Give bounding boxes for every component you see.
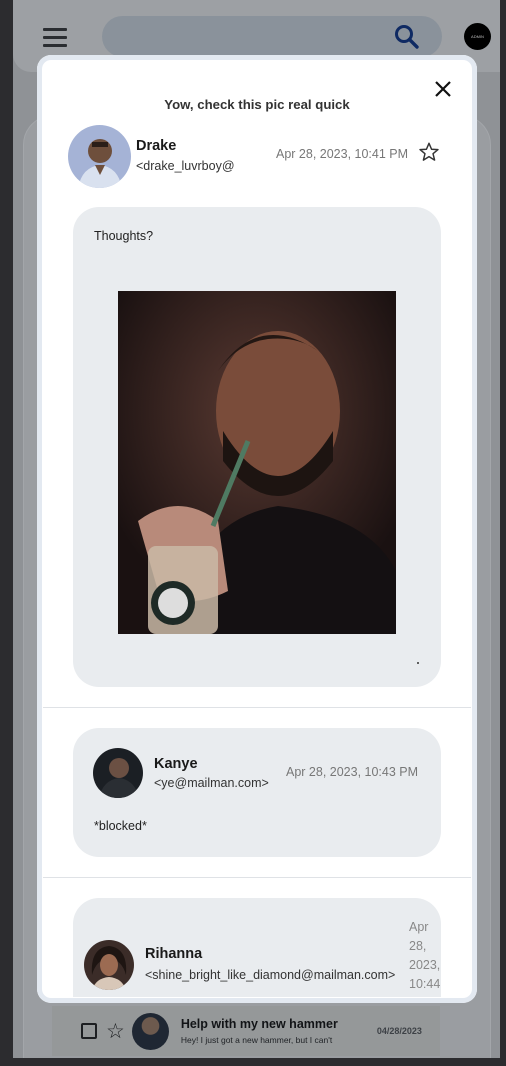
modal-content: Yow, check this pic real quick Drake <dr… — [43, 61, 471, 997]
email-thread-modal: Yow, check this pic real quick Drake <dr… — [37, 55, 477, 1003]
message-bubble: Thoughts? — [73, 207, 441, 687]
star-icon[interactable]: ☆ — [106, 1021, 125, 1042]
sender-name: Drake — [136, 138, 177, 154]
sender-email: <drake_luvrboy@ — [136, 159, 235, 173]
divider — [43, 877, 471, 878]
message-date: Apr 28, 2023, 10:43 PM — [286, 765, 419, 779]
admin-avatar[interactable]: ADMIN — [464, 23, 491, 50]
row-preview: Hey! I just got a new hammer, but I can'… — [180, 1035, 333, 1045]
avatar — [131, 1012, 169, 1050]
search-icon[interactable] — [394, 24, 420, 50]
row-subject: Help with my new hammer — [180, 1017, 338, 1031]
sender-email: <shine_bright_like_diamond@mailman.com> — [145, 968, 396, 982]
message-date: Apr 28, 2023, 10:41 PM — [276, 147, 409, 161]
avatar — [84, 940, 134, 990]
message-date: Apr 28, 2023, 10:44 PM — [409, 920, 441, 997]
row-checkbox[interactable] — [81, 1023, 97, 1039]
message-bubble: Kanye <ye@mailman.com> Apr 28, 2023, 10:… — [73, 728, 441, 857]
avatar — [93, 748, 143, 798]
message-body: Thoughts? — [94, 229, 154, 243]
message-body: *blocked* — [94, 819, 147, 833]
sender-name: Rihanna — [145, 946, 203, 962]
row-date: 04/28/2023 — [376, 1026, 422, 1036]
inbox-row[interactable]: ☆ Help with my new hammer Hey! I just go… — [52, 1006, 440, 1056]
menu-icon[interactable] — [43, 27, 69, 47]
attachment-marker — [417, 662, 419, 664]
search-bar[interactable] — [102, 16, 442, 57]
avatar — [68, 125, 131, 188]
message-header: Drake <drake_luvrboy@ Apr 28, 2023, 10:4… — [68, 125, 453, 189]
row-text: Help with my new hammer Hey! I just got … — [181, 1017, 371, 1045]
divider — [43, 707, 471, 708]
thread-subject: Yow, check this pic real quick — [164, 97, 350, 112]
sender-email: <ye@mailman.com> — [154, 776, 269, 790]
message-bubble: Rihanna <shine_bright_like_diamond@mailm… — [73, 898, 441, 997]
sender-name: Kanye — [154, 756, 198, 772]
star-icon[interactable] — [418, 141, 440, 163]
attached-photo[interactable] — [118, 291, 396, 634]
